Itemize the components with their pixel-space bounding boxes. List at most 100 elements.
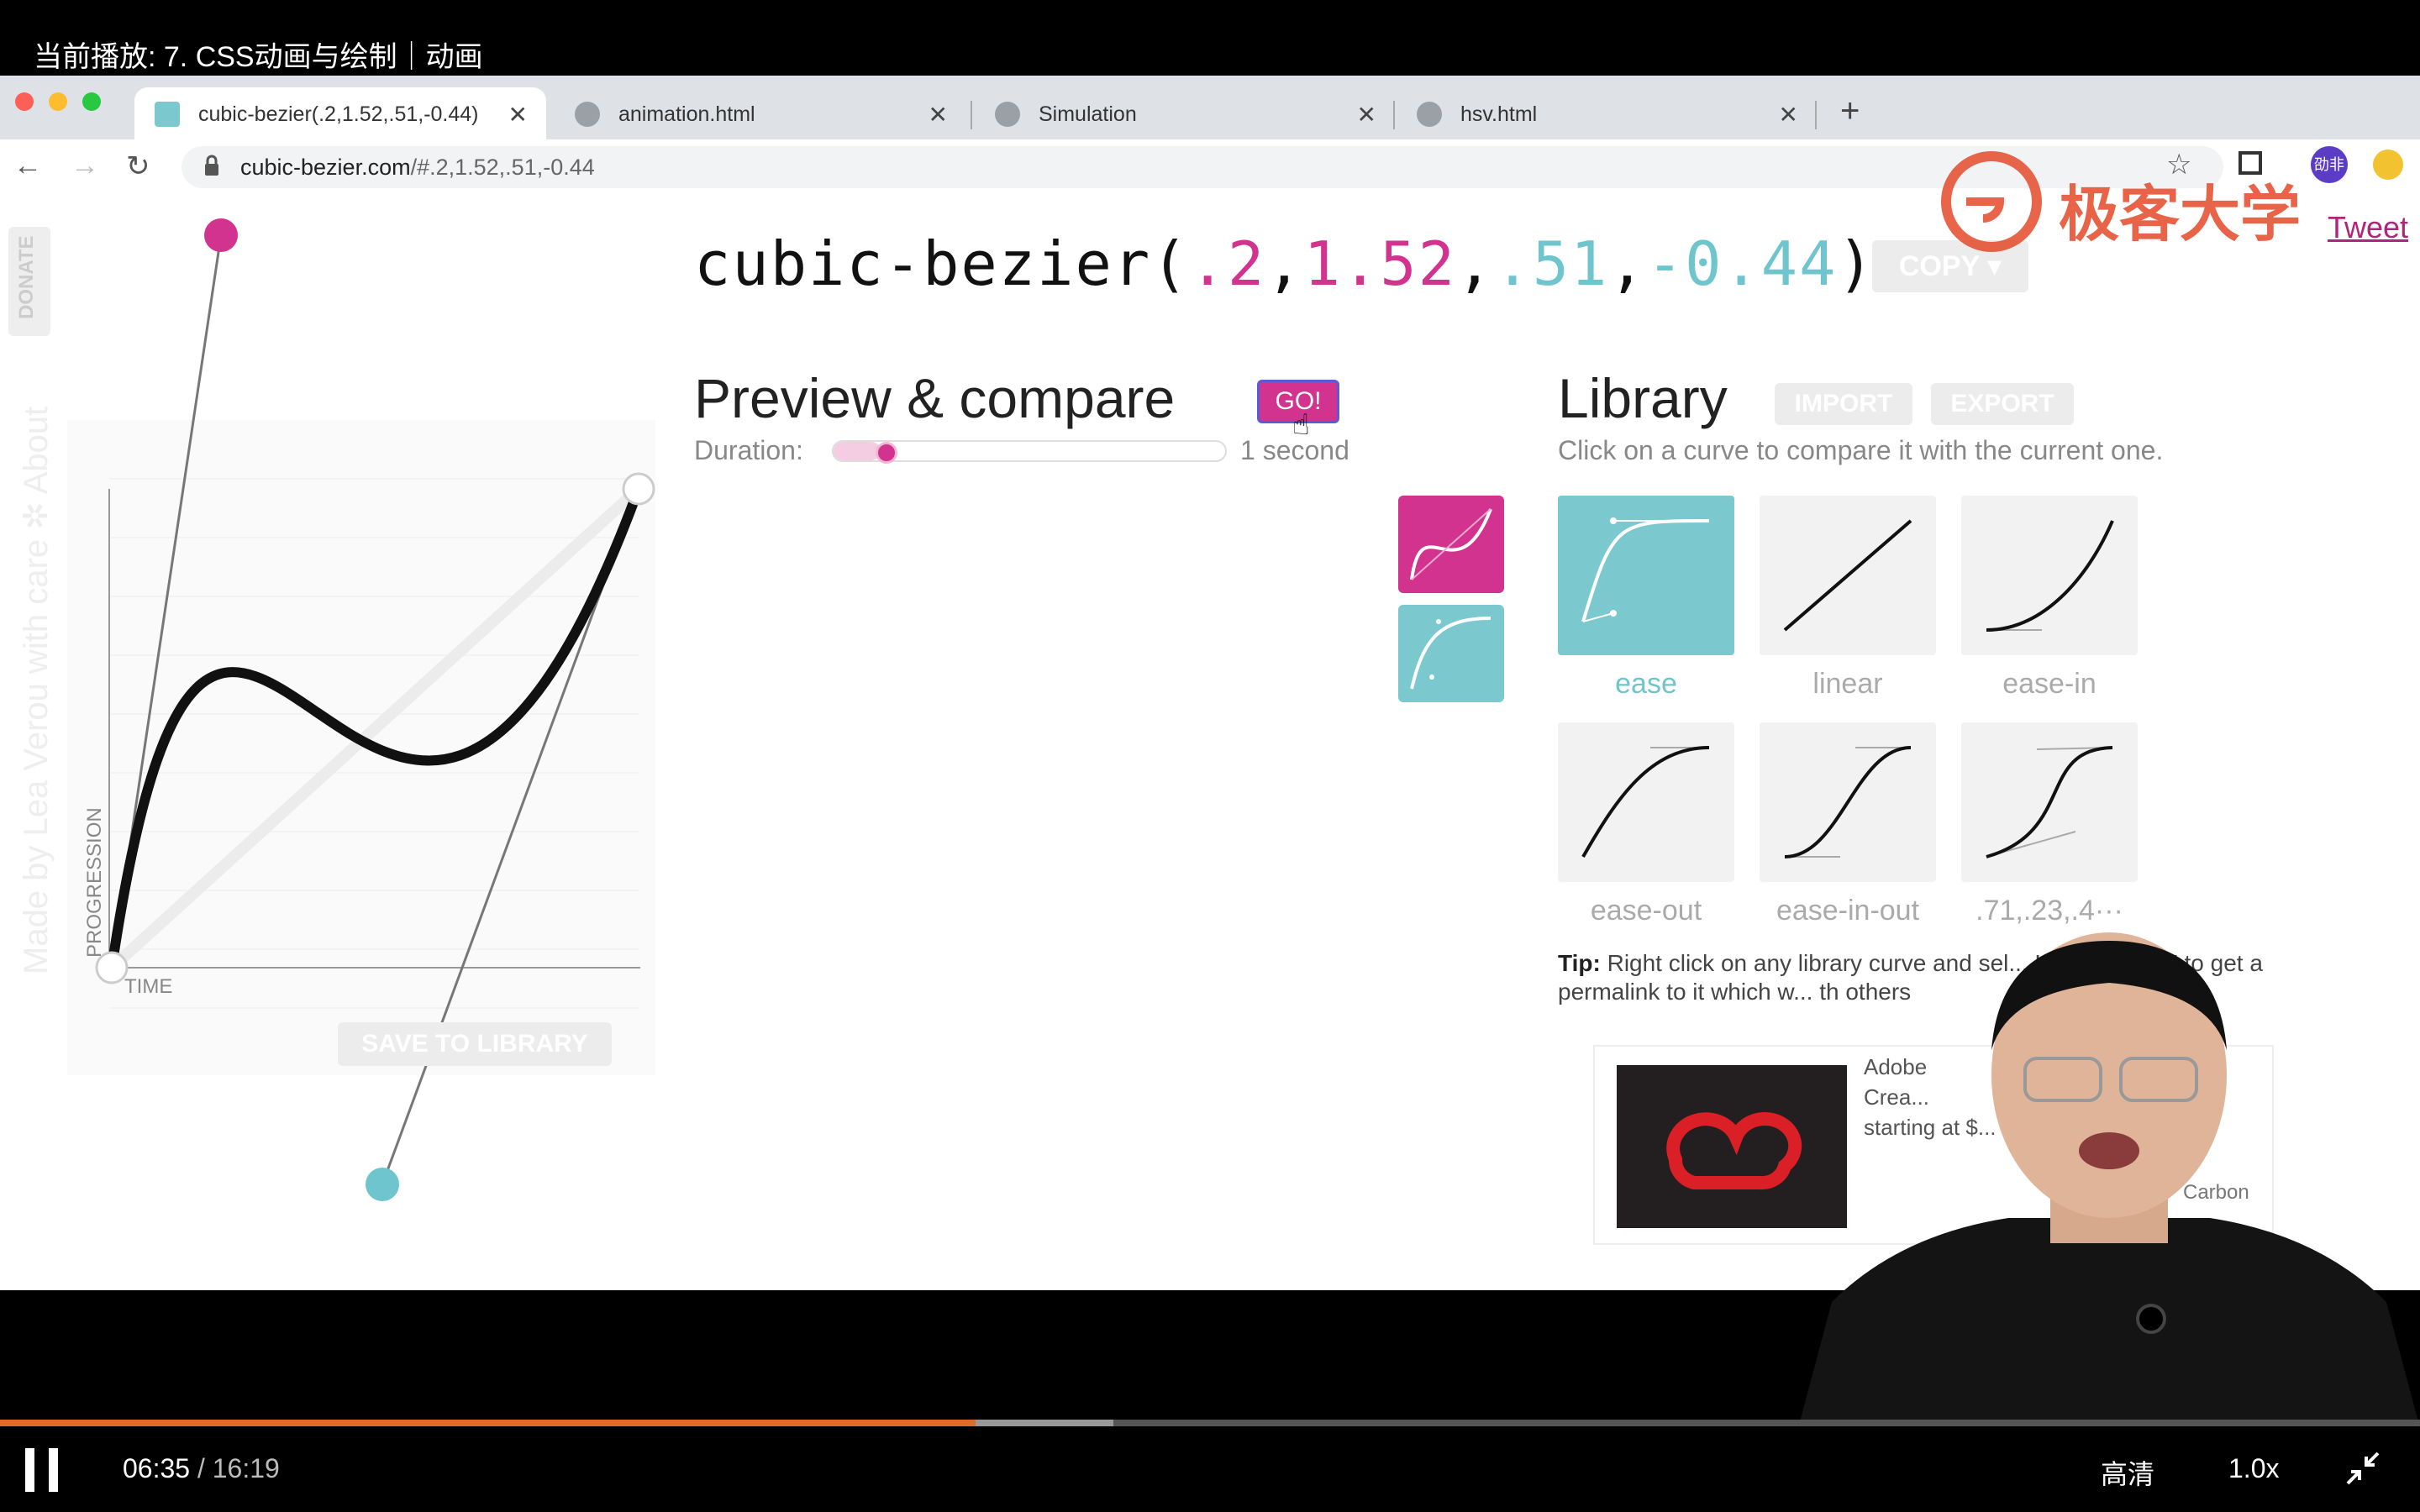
tip-label: Tip: bbox=[1558, 950, 1601, 976]
library-item-label: ease-in-out bbox=[1776, 895, 1920, 927]
tab-cubic-bezier[interactable]: cubic-bezier(.2,1.52,.51,-0.44) ✕ bbox=[134, 87, 546, 141]
tab-title: animation.html bbox=[618, 102, 755, 126]
globe-icon bbox=[1417, 102, 1442, 127]
library-item-label: ease bbox=[1615, 668, 1677, 700]
new-tab-button[interactable]: + bbox=[1840, 92, 1860, 130]
total-duration: 16:19 bbox=[212, 1453, 280, 1483]
preview-current-curve[interactable] bbox=[1398, 496, 1504, 593]
duration-value: 1 second bbox=[1240, 435, 1349, 465]
library-item-ease-in-out[interactable]: ease-in-out bbox=[1760, 722, 1936, 927]
library-item-custom[interactable]: .71,.23,.4··· bbox=[1961, 722, 2138, 927]
param-p1x: .2 bbox=[1189, 228, 1266, 299]
maximize-window-icon[interactable] bbox=[82, 92, 101, 111]
library-item-ease-out[interactable]: ease-out bbox=[1558, 722, 1734, 927]
duration-label: Duration: bbox=[694, 435, 803, 465]
tab-separator bbox=[1393, 101, 1395, 129]
import-button[interactable]: IMPORT bbox=[1775, 383, 1912, 425]
library-item-ease-in[interactable]: ease-in bbox=[1961, 496, 2138, 701]
library-title: Library bbox=[1558, 367, 1728, 429]
progress-buffered bbox=[975, 1420, 1113, 1426]
tab-hsv[interactable]: hsv.html ✕ bbox=[1397, 87, 1817, 141]
end-point bbox=[622, 472, 655, 506]
progress-played bbox=[0, 1420, 976, 1426]
extension-badge-icon[interactable] bbox=[2373, 150, 2403, 180]
fn-open: cubic-bezier( bbox=[694, 228, 1190, 299]
comma: , bbox=[1265, 228, 1304, 299]
globe-icon bbox=[995, 102, 1020, 127]
playback-time: 06:35 / 16:19 bbox=[123, 1453, 280, 1484]
exit-fullscreen-icon[interactable] bbox=[2344, 1450, 2381, 1487]
globe-icon bbox=[575, 102, 600, 127]
tab-title: hsv.html bbox=[1460, 102, 1538, 126]
now-playing-title: 当前播放: 7. CSS动画与绘制｜动画 bbox=[34, 41, 483, 73]
close-tab-icon[interactable]: ✕ bbox=[1357, 101, 1376, 129]
curve-thumbnail bbox=[1961, 496, 2138, 655]
tab-title: cubic-bezier(.2,1.52,.51,-0.44) bbox=[198, 102, 479, 126]
library-item-linear[interactable]: linear bbox=[1760, 496, 1936, 701]
address-bar[interactable]: cubic-bezier.com/#.2,1.52,.51,-0.44 bbox=[182, 146, 2223, 188]
video-player[interactable]: 当前播放: 7. CSS动画与绘制｜动画 cubic-bezier(.2,1.5… bbox=[0, 0, 2420, 1512]
playback-speed-button[interactable]: 1.0x bbox=[2228, 1453, 2279, 1484]
duration-slider[interactable] bbox=[832, 440, 1227, 464]
presenter-webcam bbox=[1798, 932, 2420, 1428]
playback-progress-bar[interactable] bbox=[0, 1420, 2420, 1426]
y-axis-label: PROGRESSION bbox=[83, 807, 106, 958]
profile-avatar[interactable]: 劭非 bbox=[2311, 146, 2348, 183]
bezier-editor[interactable]: PROGRESSION TIME bbox=[0, 193, 672, 1235]
curve-thumbnail bbox=[1760, 496, 1936, 655]
forward-icon[interactable]: → bbox=[71, 150, 99, 182]
time-separator: / bbox=[190, 1453, 213, 1483]
comma: , bbox=[1455, 228, 1495, 299]
duration-slider-thumb[interactable] bbox=[875, 442, 897, 464]
curve-thumbnail bbox=[1961, 722, 2138, 882]
browser-toolbar: ← → ↻ cubic-bezier.com/#.2,1.52,.51,-0.4… bbox=[0, 139, 2420, 193]
url-path: /#.2,1.52,.51,-0.44 bbox=[410, 155, 595, 180]
tab-separator bbox=[1815, 101, 1817, 129]
minimize-window-icon[interactable] bbox=[49, 92, 67, 111]
url-host: cubic-bezier.com bbox=[240, 155, 411, 180]
bezier-title: cubic-bezier(.2,1.52,.51,-0.44) bbox=[694, 228, 1876, 299]
param-p2y: -0.44 bbox=[1646, 228, 1838, 299]
library-item-ease[interactable]: ease bbox=[1558, 496, 1734, 701]
control-handle-p2[interactable] bbox=[366, 1168, 399, 1201]
current-time: 06:35 bbox=[123, 1453, 191, 1483]
close-tab-icon[interactable]: ✕ bbox=[929, 101, 948, 129]
quality-button[interactable]: 高清 bbox=[2101, 1453, 2154, 1492]
curve-thumbnail bbox=[1558, 496, 1734, 655]
tab-animation[interactable]: animation.html ✕ bbox=[555, 87, 966, 141]
close-tab-icon[interactable]: ✕ bbox=[1779, 101, 1798, 129]
close-tab-icon[interactable]: ✕ bbox=[508, 101, 528, 129]
course-logo-watermark bbox=[1941, 151, 2042, 252]
reload-icon[interactable]: ↻ bbox=[126, 150, 150, 183]
lock-icon bbox=[205, 155, 218, 176]
control-handle-p1[interactable] bbox=[204, 218, 238, 252]
param-p1y: 1.52 bbox=[1303, 228, 1456, 299]
preview-compare-curve[interactable] bbox=[1398, 605, 1504, 702]
library-item-label: ease-in bbox=[2002, 668, 2096, 700]
param-p2x: .51 bbox=[1494, 228, 1609, 299]
player-controls: 06:35 / 16:19 高清 1.0x bbox=[0, 1426, 2420, 1512]
library-item-label: ease-out bbox=[1590, 895, 1702, 927]
tab-title: Simulation bbox=[1039, 102, 1137, 126]
cubic-bezier-favicon-icon bbox=[155, 102, 180, 127]
tab-simulation[interactable]: Simulation ✕ bbox=[975, 87, 1395, 141]
export-button[interactable]: EXPORT bbox=[1931, 383, 2074, 425]
library-item-label: linear bbox=[1812, 668, 1883, 700]
duration-slider-fill bbox=[834, 442, 881, 460]
course-watermark-text: 极客大学 bbox=[2059, 181, 2302, 249]
preview-title: Preview & compare bbox=[694, 367, 1176, 429]
close-window-icon[interactable] bbox=[15, 92, 34, 111]
library-item-label: .71,.23,.4··· bbox=[1975, 895, 2123, 927]
comma: , bbox=[1608, 228, 1647, 299]
save-to-library-button[interactable]: SAVE TO LIBRARY bbox=[338, 1022, 612, 1066]
curve-thumbnail bbox=[1760, 722, 1936, 882]
x-axis-label: TIME bbox=[124, 975, 172, 998]
browser-chrome: cubic-bezier(.2,1.52,.51,-0.44) ✕ animat… bbox=[0, 76, 2420, 193]
back-icon[interactable]: ← bbox=[13, 150, 42, 182]
fn-close: ) bbox=[1837, 228, 1876, 299]
tweet-link[interactable]: Tweet bbox=[2328, 210, 2408, 245]
tab-separator bbox=[971, 101, 972, 129]
start-point bbox=[95, 951, 129, 984]
curve-thumbnail bbox=[1558, 722, 1734, 882]
pause-icon[interactable] bbox=[25, 1448, 59, 1492]
